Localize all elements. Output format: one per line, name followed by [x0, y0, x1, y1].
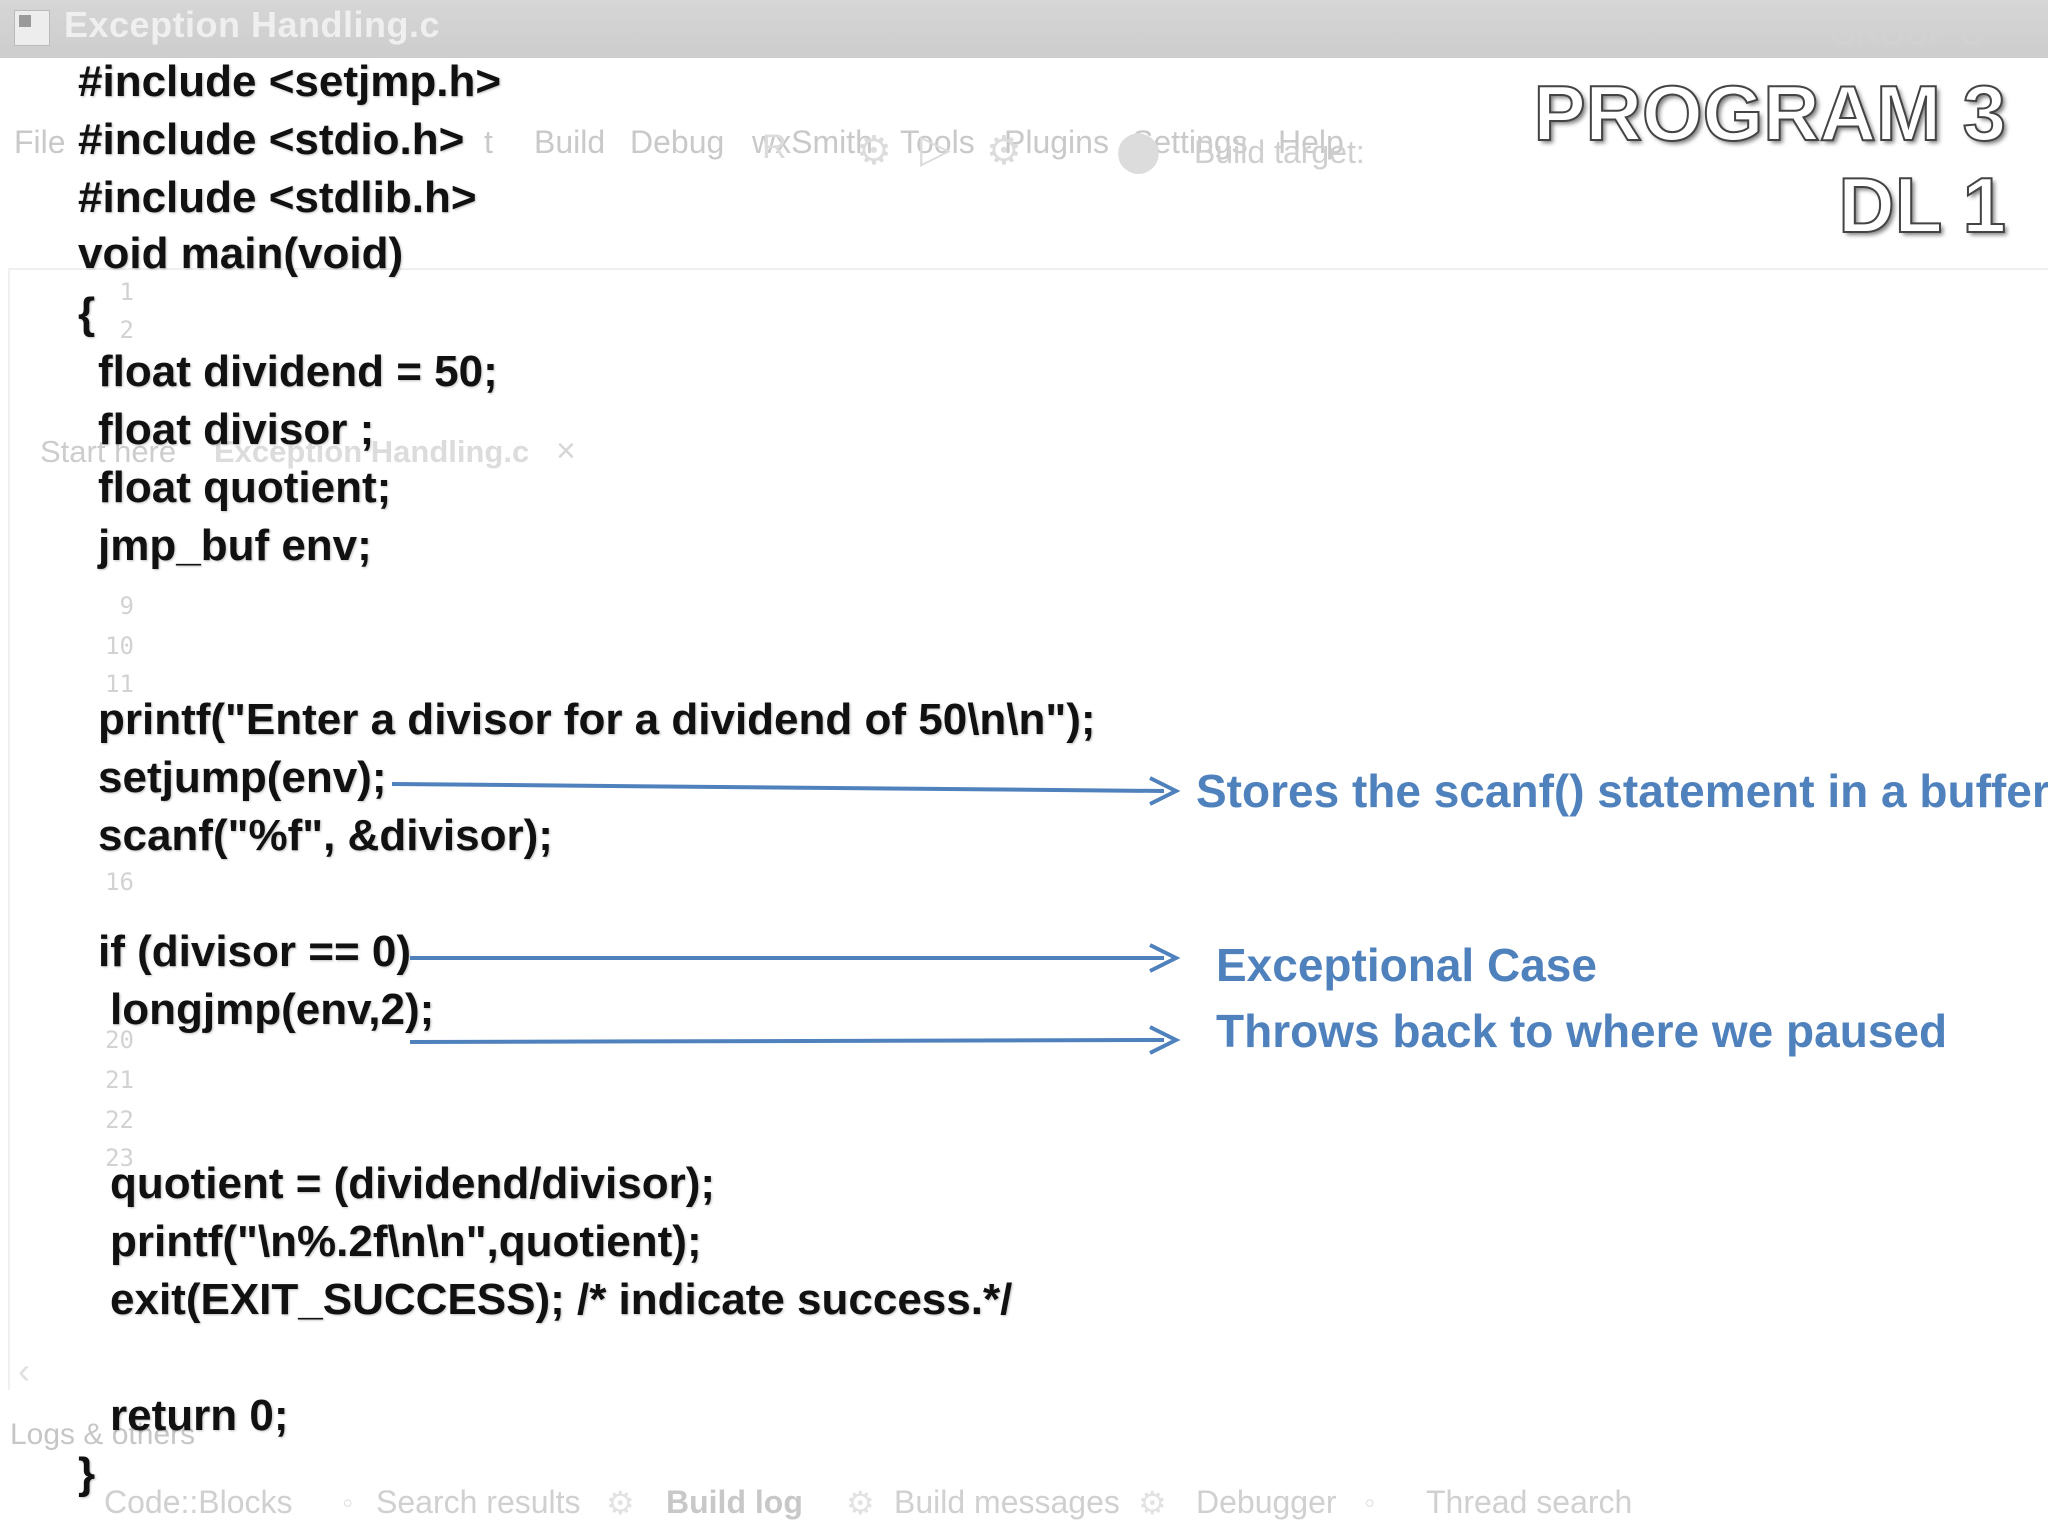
arrow-if: [410, 943, 1181, 973]
annotation-exceptional-case: Exceptional Case: [1216, 939, 1597, 991]
annotation-setjump: Stores the scanf() statement in a buffer: [1196, 765, 2048, 817]
annotation-longjmp: Throws back to where we paused: [1216, 1005, 1948, 1057]
arrow-setjump: [391, 776, 1181, 806]
arrow-longjmp: [409, 1025, 1181, 1055]
